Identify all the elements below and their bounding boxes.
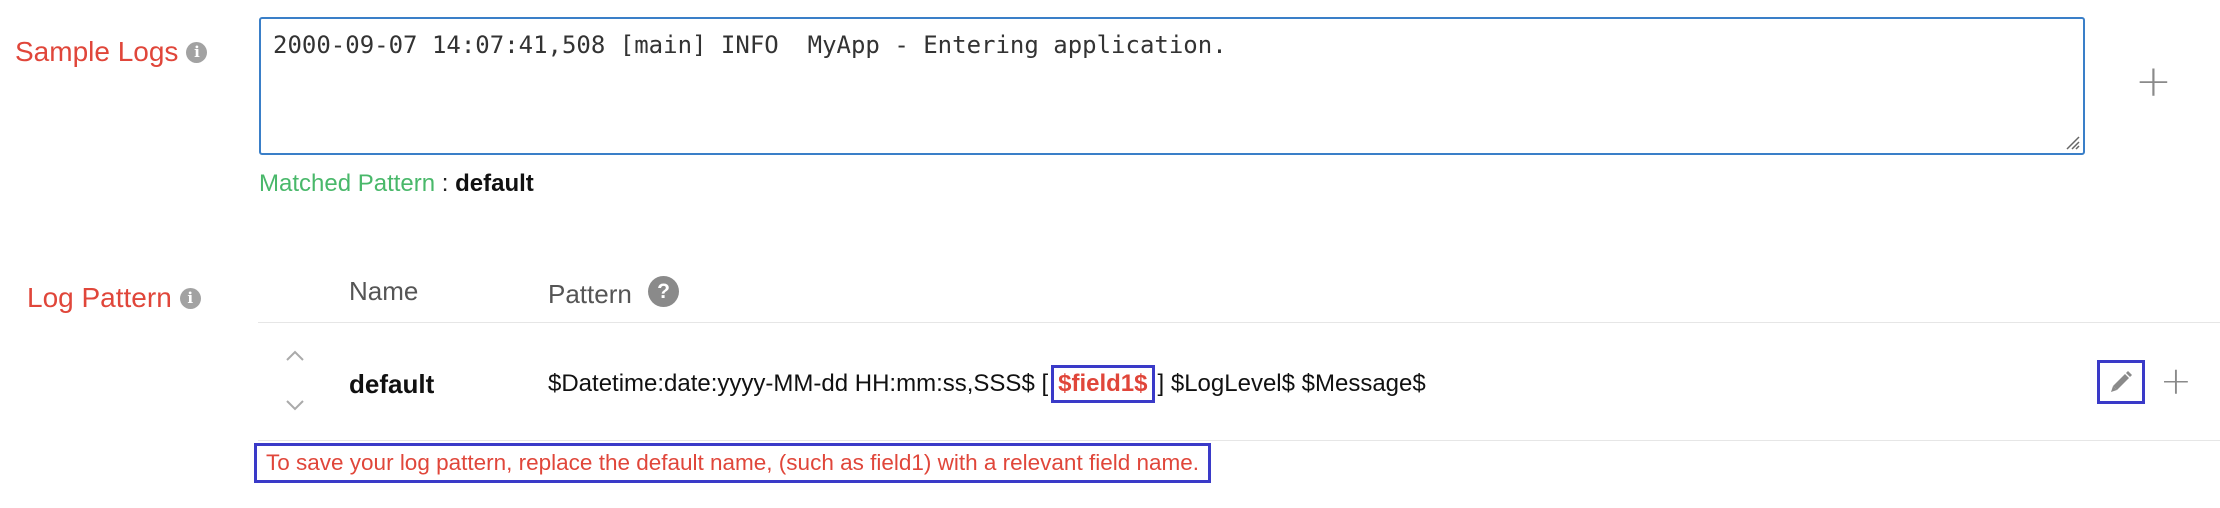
log-pattern-label-text: Log Pattern	[27, 282, 172, 313]
sample-logs-label-text: Sample Logs	[15, 36, 179, 67]
column-header-pattern: Pattern	[548, 279, 632, 309]
info-icon[interactable]: i	[186, 41, 208, 63]
resize-grip-icon[interactable]	[2064, 134, 2080, 150]
sample-logs-textarea[interactable]: 2000-09-07 14:07:41,508 [main] INFO MyAp…	[259, 17, 2085, 155]
table-header-divider	[258, 322, 2220, 323]
pattern-field-highlight: $field1$	[1051, 365, 1155, 403]
column-header-name: Name	[349, 276, 419, 306]
sample-logs-label: Sample Logs i	[15, 36, 208, 68]
question-icon[interactable]: ?	[648, 276, 679, 307]
sample-logs-value: 2000-09-07 14:07:41,508 [main] INFO MyAp…	[273, 31, 1227, 59]
log-pattern-label: Log Pattern i	[27, 282, 201, 314]
plus-icon: +	[2135, 56, 2172, 107]
chevron-down-icon[interactable]	[280, 396, 310, 414]
warning-text: To save your log pattern, replace the de…	[266, 450, 1200, 475]
edit-pattern-button[interactable]	[2097, 360, 2145, 404]
pattern-expression: $Datetime:date:yyyy-MM-dd HH:mm:ss,SSS$ …	[548, 365, 1426, 403]
matched-pattern-separator: :	[435, 170, 456, 197]
pencil-icon	[2111, 371, 2132, 392]
add-sample-log-button[interactable]: +	[2135, 60, 2172, 104]
matched-pattern-label: Matched Pattern	[259, 170, 436, 197]
pattern-after: ] $LogLevel$ $Message$	[1157, 370, 1426, 397]
chevron-up-icon[interactable]	[280, 347, 310, 365]
info-icon[interactable]: i	[179, 287, 201, 309]
pattern-before: $Datetime:date:yyyy-MM-dd HH:mm:ss,SSS$ …	[548, 370, 1049, 397]
matched-pattern-value: default	[455, 170, 534, 197]
warning-message: To save your log pattern, replace the de…	[254, 443, 1212, 483]
pattern-name[interactable]: default	[349, 369, 434, 400]
table-row-divider	[258, 440, 2220, 441]
matched-pattern: Matched Pattern : default	[259, 170, 534, 198]
add-pattern-button[interactable]: +	[2160, 362, 2192, 400]
plus-icon: +	[2160, 359, 2192, 403]
